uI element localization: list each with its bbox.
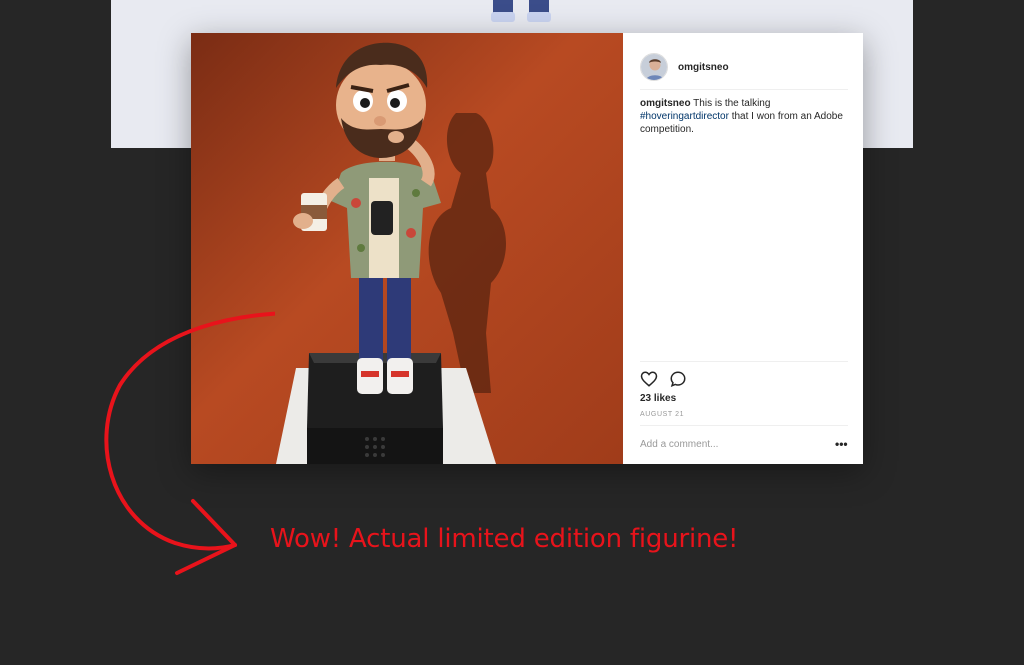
caption-hashtag[interactable]: #hoveringartdirector — [640, 111, 729, 122]
comment-icon[interactable] — [669, 370, 687, 388]
likes-count[interactable]: 23 likes — [640, 393, 676, 404]
comment-input[interactable]: Add a comment... — [640, 439, 718, 450]
instagram-post: omgitsneo omgitsneo This is the talking … — [191, 33, 863, 464]
caption-text-before: This is the talking — [693, 98, 771, 109]
post-header: omgitsneo — [640, 45, 848, 90]
more-options-icon[interactable]: ••• — [835, 437, 848, 451]
divider — [640, 425, 848, 426]
post-date: AUGUST 21 — [640, 411, 685, 418]
divider — [640, 361, 848, 362]
annotation-arrow — [104, 311, 275, 575]
avatar-image — [641, 54, 667, 80]
post-caption: omgitsneo This is the talking #hoveringa… — [640, 97, 850, 136]
post-actions — [640, 370, 687, 388]
post-sidebar: omgitsneo omgitsneo This is the talking … — [623, 33, 863, 464]
avatar[interactable] — [640, 53, 668, 81]
caption-username[interactable]: omgitsneo — [640, 98, 691, 109]
annotation-text: Wow! Actual limited edition figurine! — [270, 524, 739, 554]
figurine-legs-partial — [491, 0, 551, 22]
heart-icon[interactable] — [640, 370, 658, 388]
post-username[interactable]: omgitsneo — [678, 62, 729, 73]
